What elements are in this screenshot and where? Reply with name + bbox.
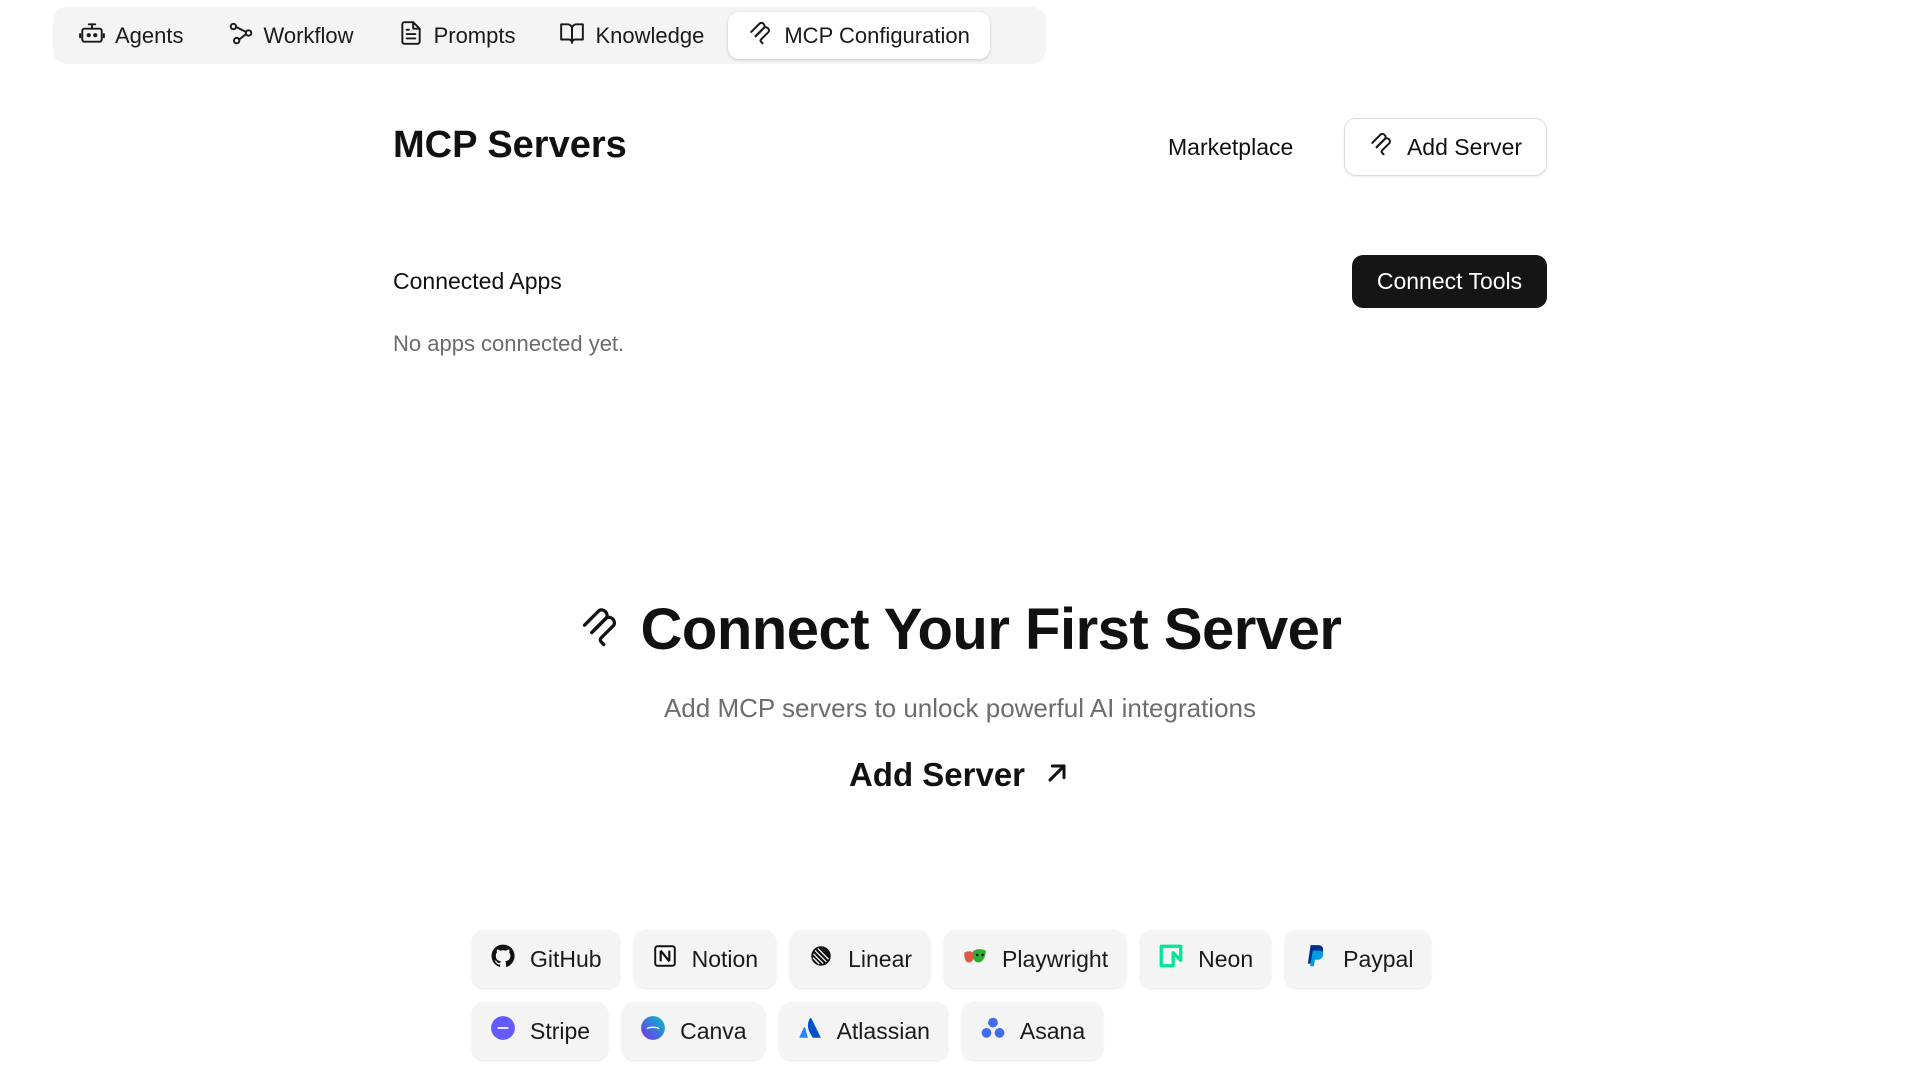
integration-chip-linear[interactable]: Linear <box>790 930 931 988</box>
arrow-up-right-icon <box>1043 759 1071 792</box>
chip-label: Linear <box>848 945 913 972</box>
integration-chip-asana[interactable]: Asana <box>961 1002 1104 1060</box>
tab-label: Knowledge <box>595 22 705 48</box>
integration-chip-neon[interactable]: Neon <box>1140 930 1272 988</box>
integrations-row-1: GitHub Notion Linear Playwright Neon Pay… <box>472 930 1432 988</box>
neon-icon <box>1158 943 1184 975</box>
integration-chip-canva[interactable]: Canva <box>622 1002 765 1060</box>
mcp-icon <box>1369 131 1395 163</box>
marketplace-link[interactable]: Marketplace <box>1168 134 1293 161</box>
connected-apps-heading: Connected Apps <box>393 268 562 294</box>
add-server-button[interactable]: Add Server <box>1344 118 1547 176</box>
stripe-icon <box>490 1015 516 1047</box>
chip-label: Playwright <box>1002 945 1109 972</box>
canva-icon <box>640 1015 666 1047</box>
connect-tools-button[interactable]: Connect Tools <box>1352 255 1547 308</box>
chip-label: Notion <box>691 945 759 972</box>
asana-icon <box>980 1015 1006 1047</box>
notion-icon <box>652 943 678 975</box>
mcp-icon <box>579 605 623 654</box>
paypal-icon <box>1303 943 1329 975</box>
mcp-icon <box>748 20 774 52</box>
workflow-icon <box>228 20 254 52</box>
integration-chip-github[interactable]: GitHub <box>472 930 620 988</box>
chip-label: Paypal <box>1343 945 1414 972</box>
chip-label: Stripe <box>530 1017 591 1044</box>
robot-icon <box>79 20 105 52</box>
integration-chip-notion[interactable]: Notion <box>633 930 777 988</box>
add-server-label: Add Server <box>1406 133 1523 160</box>
book-icon <box>559 20 585 52</box>
github-icon <box>490 943 516 975</box>
add-server-link-label: Add Server <box>848 756 1026 793</box>
tab-label: MCP Configuration <box>784 22 970 48</box>
chip-label: Neon <box>1198 945 1254 972</box>
chip-label: Asana <box>1019 1017 1086 1044</box>
atlassian-icon <box>797 1015 823 1047</box>
tab-agents[interactable]: Agents <box>59 12 204 59</box>
integration-chip-atlassian[interactable]: Atlassian <box>778 1002 948 1060</box>
hero-title: Connect Your First Server <box>640 597 1342 662</box>
integrations-row-2: Stripe Canva Atlassian Asana <box>472 1002 1104 1060</box>
add-server-link[interactable]: Add Server <box>849 756 1071 794</box>
page-title: MCP Servers <box>393 124 627 166</box>
chip-label: Atlassian <box>836 1017 930 1044</box>
top-nav-tabs: Agents Workflow Prompts Knowledge MCP Co… <box>53 7 1046 64</box>
document-icon <box>398 20 424 52</box>
playwright-icon <box>962 943 988 975</box>
tab-workflow[interactable]: Workflow <box>208 12 374 59</box>
integration-chip-paypal[interactable]: Paypal <box>1285 930 1432 988</box>
tab-label: Prompts <box>433 22 516 48</box>
hero-link-row: Add Server <box>0 756 1920 794</box>
hero-heading: Connect Your First Server <box>0 596 1920 663</box>
tab-knowledge[interactable]: Knowledge <box>539 12 724 59</box>
hero-subtitle: Add MCP servers to unlock powerful AI in… <box>663 693 1257 723</box>
chip-label: GitHub <box>530 945 602 972</box>
integration-chip-playwright[interactable]: Playwright <box>944 930 1127 988</box>
tab-label: Agents <box>115 22 184 48</box>
tab-prompts[interactable]: Prompts <box>378 12 536 59</box>
chip-label: Canva <box>680 1017 747 1044</box>
tab-mcp-configuration[interactable]: MCP Configuration <box>728 12 990 59</box>
linear-icon <box>808 943 834 975</box>
integration-chip-stripe[interactable]: Stripe <box>472 1002 609 1060</box>
tab-label: Workflow <box>263 22 354 48</box>
empty-state-text: No apps connected yet. <box>393 331 625 356</box>
